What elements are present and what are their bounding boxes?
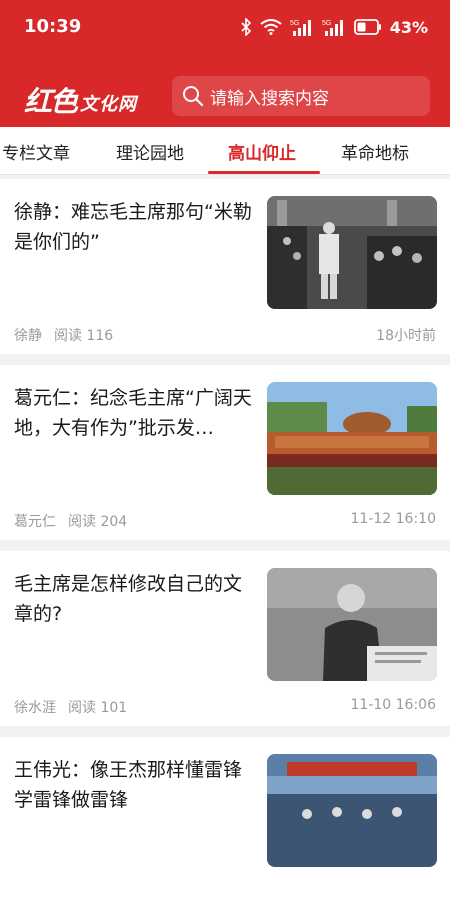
article-thumbnail[interactable] xyxy=(267,382,437,495)
article-title[interactable]: 葛元仁：纪念毛主席“广阔天地，大有作为”批示发… xyxy=(14,383,252,443)
bluetooth-icon xyxy=(241,18,251,36)
status-icons: 5G 5G 43% xyxy=(240,16,428,38)
article-card[interactable]: 徐静：难忘毛主席那句“米勒是你们的” 徐静 阅读 116 18小时前 xyxy=(0,179,450,354)
article-title[interactable]: 王伟光：像王杰那样懂雷锋学雷锋做雷锋 xyxy=(14,755,252,815)
article-time: 11-12 16:10 xyxy=(350,511,436,527)
article-card[interactable]: 葛元仁：纪念毛主席“广阔天地，大有作为”批示发… 葛元仁 阅读 204 11-12… xyxy=(0,365,450,540)
article-meta: 葛元仁 阅读 204 xyxy=(14,511,127,531)
article-card[interactable]: 王伟光：像王杰那样懂雷锋学雷锋做雷锋 xyxy=(0,737,450,912)
article-card[interactable]: 毛主席是怎样修改自己的文章的? 徐水涯 阅读 101 11-10 16:06 xyxy=(0,551,450,726)
battery-icon xyxy=(353,19,381,35)
search-input[interactable]: 请输入搜索内容 xyxy=(172,76,430,116)
article-views: 阅读 204 xyxy=(68,514,128,530)
article-title[interactable]: 徐静：难忘毛主席那句“米勒是你们的” xyxy=(14,197,252,257)
signal-5g-icon: 5G xyxy=(290,20,311,36)
article-author: 葛元仁 xyxy=(14,514,56,530)
article-views: 阅读 116 xyxy=(54,328,114,344)
article-time: 18小时前 xyxy=(376,328,436,344)
article-title[interactable]: 毛主席是怎样修改自己的文章的? xyxy=(14,569,252,629)
category-tabs: 专栏文章 理论园地 高山仰止 革命地标 xyxy=(0,127,450,175)
logo-script: 红色 xyxy=(24,85,78,118)
wifi-icon xyxy=(260,19,282,35)
search-icon xyxy=(183,86,204,107)
article-author: 徐静 xyxy=(14,328,42,344)
tab-gaoshan[interactable]: 高山仰止 xyxy=(228,139,296,164)
article-thumbnail[interactable] xyxy=(267,754,437,867)
article-thumbnail[interactable] xyxy=(267,568,437,681)
active-tab-indicator xyxy=(208,171,320,174)
article-author: 徐水涯 xyxy=(14,700,56,716)
logo-text: 文化网 xyxy=(80,94,137,115)
app-logo[interactable]: 红色 文化网 xyxy=(24,80,150,118)
battery-percent: 43% xyxy=(389,17,428,37)
tab-lilun[interactable]: 理论园地 xyxy=(116,139,184,164)
app-header: 10:39 5G 5G 43% 红色 文化网 请输入搜索内容 xyxy=(0,0,450,127)
status-bar: 10:39 5G 5G 43% xyxy=(0,0,450,54)
svg-text:5G: 5G xyxy=(290,20,299,27)
article-thumbnail[interactable] xyxy=(267,196,437,309)
tab-zhuanlan[interactable]: 专栏文章 xyxy=(2,139,70,164)
article-meta: 徐静 阅读 116 xyxy=(14,325,113,345)
article-views: 阅读 101 xyxy=(68,700,128,716)
article-meta: 徐水涯 阅读 101 xyxy=(14,697,127,717)
article-time: 11-10 16:06 xyxy=(350,697,436,713)
search-placeholder: 请输入搜索内容 xyxy=(210,88,329,109)
status-time: 10:39 xyxy=(24,16,82,37)
signal-5g-icon: 5G xyxy=(322,20,343,36)
tab-geming[interactable]: 革命地标 xyxy=(341,139,409,164)
svg-text:5G: 5G xyxy=(322,20,331,27)
